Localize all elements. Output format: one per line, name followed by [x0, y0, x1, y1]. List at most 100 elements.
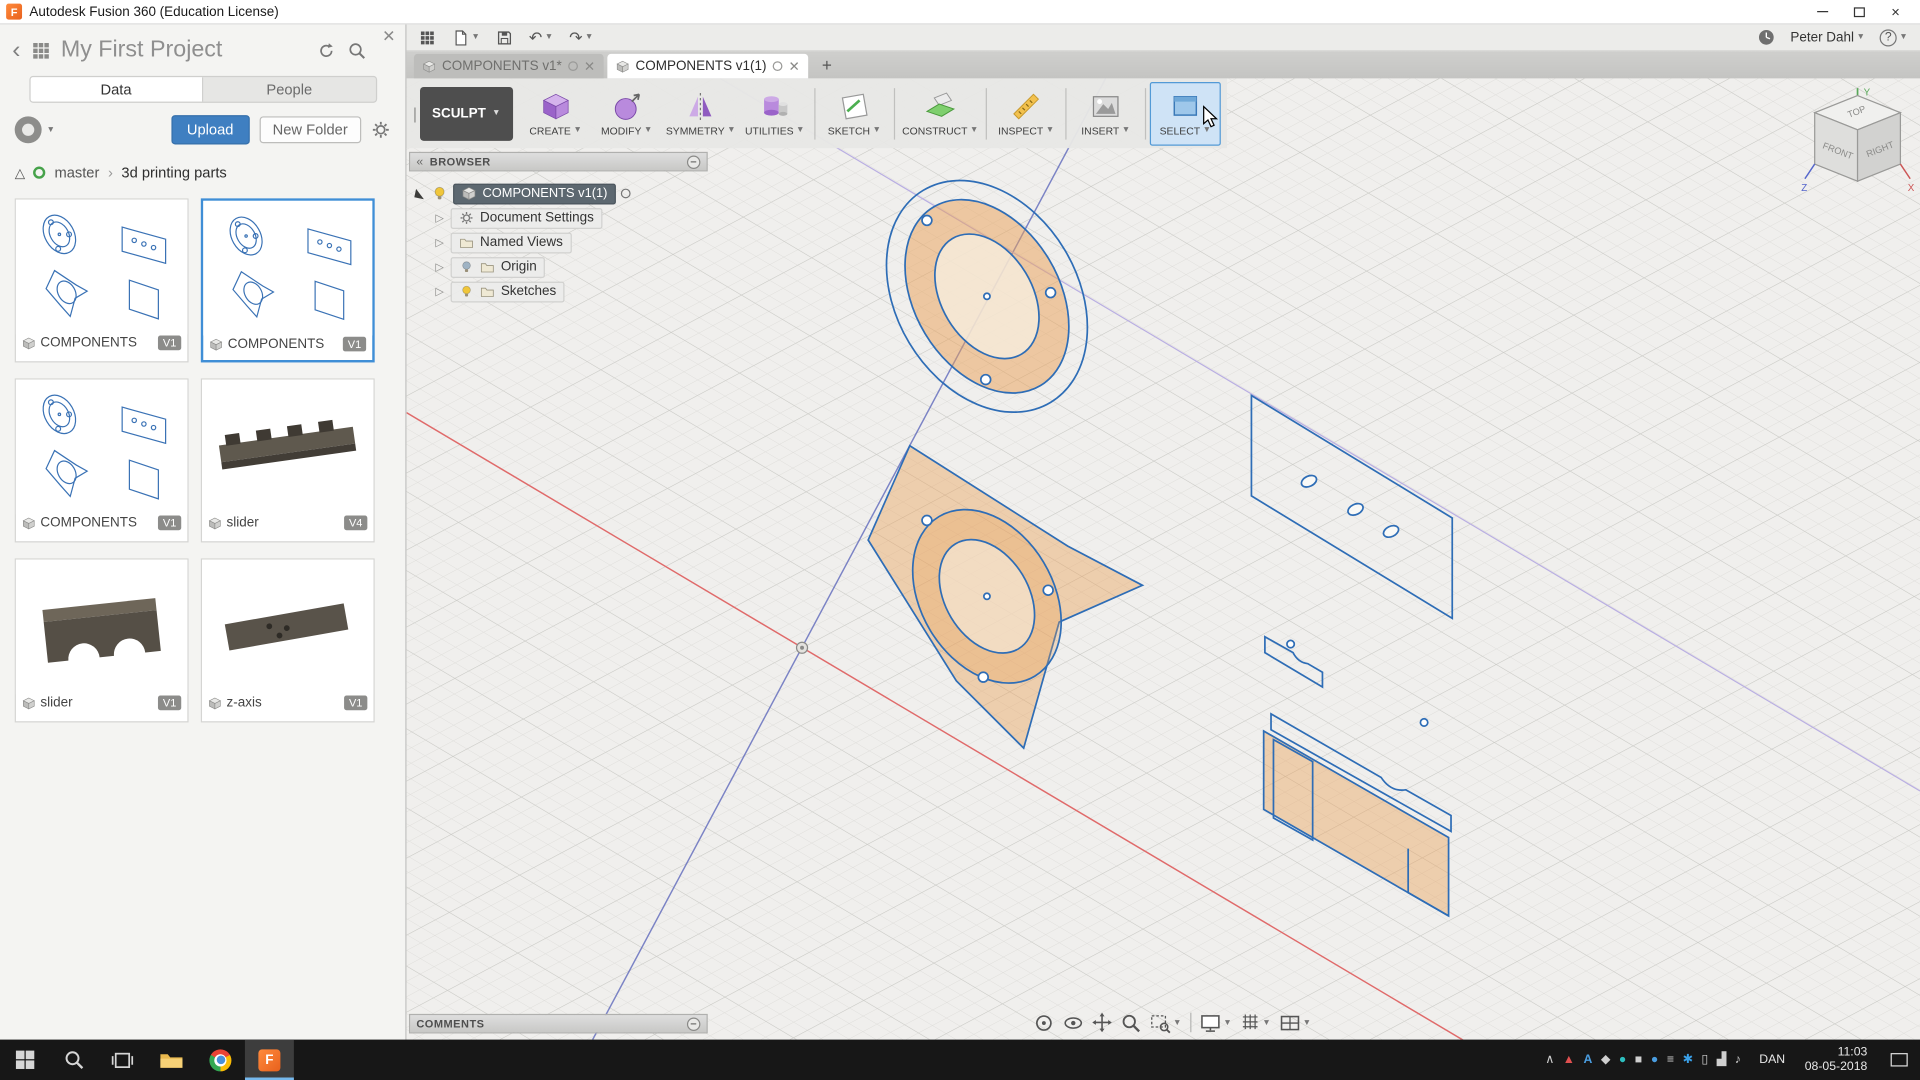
tray-icon[interactable]: ≡: [1667, 1054, 1674, 1066]
toolbar-menu-utilities[interactable]: UTILITIES▼: [739, 81, 810, 145]
expand-icon[interactable]: ▷: [433, 211, 445, 224]
zoom-button[interactable]: [1120, 1012, 1141, 1033]
tray-icon[interactable]: ◆: [1601, 1054, 1610, 1066]
taskbar-clock[interactable]: 11:03 08-05-2018: [1794, 1045, 1879, 1074]
maximize-button[interactable]: [1840, 0, 1877, 23]
browser-root-row[interactable]: COMPONENTS v1(1): [414, 181, 708, 205]
undo-button[interactable]: ↶▼: [529, 28, 553, 48]
tray-icon[interactable]: A: [1583, 1054, 1592, 1066]
tree-node-label: Sketches: [501, 284, 556, 299]
breadcrumb-root[interactable]: master: [54, 164, 99, 181]
new-folder-button[interactable]: New Folder: [259, 116, 361, 143]
mouse-cursor: [1202, 105, 1219, 129]
toolbar-menu-insert[interactable]: INSERT▼: [1070, 81, 1141, 145]
view-cube[interactable]: Y TOP FRONT RIGHT Z X: [1800, 83, 1920, 205]
project-grid-icon[interactable]: [30, 40, 51, 61]
filter-dropdown[interactable]: ▼: [15, 116, 55, 143]
redo-button[interactable]: ↷▼: [569, 28, 593, 48]
list-item[interactable]: z-axis V1: [201, 558, 375, 722]
refresh-icon[interactable]: [317, 41, 335, 59]
new-document-tab-button[interactable]: +: [812, 55, 842, 75]
close-tab-icon[interactable]: ✕: [584, 58, 595, 74]
list-item[interactable]: slider V4: [201, 378, 375, 542]
start-button[interactable]: [0, 1040, 49, 1080]
list-item[interactable]: COMPONENTS V1: [201, 198, 375, 362]
display-settings-button[interactable]: ▼: [1200, 1012, 1232, 1033]
tab-people[interactable]: People: [203, 77, 375, 101]
toolbar-menu-sketch[interactable]: SKETCH▼: [819, 81, 890, 145]
tree-node[interactable]: ▷ Sketches: [414, 279, 708, 303]
list-item[interactable]: slider V1: [15, 558, 189, 722]
task-view-button[interactable]: [98, 1040, 147, 1080]
toolbar-menu-construct[interactable]: CONSTRUCT▼: [898, 81, 982, 145]
close-tab-icon[interactable]: ✕: [789, 58, 800, 74]
close-button[interactable]: ×: [1877, 0, 1914, 23]
bulb-icon[interactable]: [431, 185, 448, 202]
bulb-icon[interactable]: [459, 260, 474, 275]
workspace-selector[interactable]: SCULPT ▼: [420, 86, 513, 140]
minimize-panel-icon[interactable]: −: [687, 155, 700, 168]
volume-icon[interactable]: ♪: [1735, 1054, 1741, 1066]
list-item[interactable]: COMPONENTS V1: [15, 378, 189, 542]
user-menu[interactable]: Peter Dahl ▼: [1790, 30, 1865, 45]
toolbar-menu-inspect[interactable]: INSPECT▼: [991, 81, 1062, 145]
part-thumbnail: [202, 380, 373, 515]
zoom-window-button[interactable]: ▼: [1150, 1012, 1182, 1033]
tray-icon[interactable]: ●: [1651, 1054, 1658, 1066]
origin-marker[interactable]: [797, 642, 808, 653]
tray-icon[interactable]: ✱: [1683, 1054, 1693, 1066]
help-menu[interactable]: ? ▼: [1880, 29, 1908, 46]
search-icon[interactable]: [348, 41, 366, 59]
toolbar-menu-symmetry[interactable]: SYMMETRY▼: [662, 81, 739, 145]
toolbar-menu-modify[interactable]: MODIFY▼: [591, 81, 662, 145]
browser-header[interactable]: « BROWSER −: [409, 152, 708, 172]
tray-icon[interactable]: ▲: [1563, 1054, 1575, 1066]
tray-icon[interactable]: ▯: [1701, 1054, 1708, 1066]
toolbar-menu-create[interactable]: CREATE▼: [520, 81, 591, 145]
upload-button[interactable]: Upload: [171, 115, 249, 144]
minimize-panel-icon[interactable]: −: [687, 1017, 700, 1030]
collapse-icon[interactable]: «: [416, 155, 423, 168]
search-icon: [63, 1049, 84, 1070]
look-at-button[interactable]: [1063, 1012, 1084, 1033]
toolbar-drag-handle[interactable]: ||: [413, 104, 414, 122]
tray-icon[interactable]: ●: [1619, 1054, 1626, 1066]
tree-node[interactable]: ▷ Named Views: [414, 230, 708, 254]
app-switcher-icon[interactable]: [419, 29, 436, 46]
expand-icon[interactable]: ▷: [433, 260, 445, 273]
tree-node[interactable]: ▷ Origin: [414, 255, 708, 279]
document-tab-active[interactable]: COMPONENTS v1(1) ✕: [607, 54, 808, 78]
comments-header[interactable]: COMMENTS −: [409, 1014, 708, 1034]
expand-icon[interactable]: ▷: [433, 285, 445, 298]
file-menu-button[interactable]: ▼: [452, 29, 480, 46]
chrome-button[interactable]: [196, 1040, 245, 1080]
browser-tree: COMPONENTS v1(1) ▷ Document Settings ▷: [409, 171, 708, 303]
network-icon[interactable]: ▟: [1717, 1054, 1726, 1066]
tray-icon[interactable]: ■: [1635, 1054, 1642, 1066]
orbit-button[interactable]: [1033, 1012, 1054, 1033]
grid-snap-button[interactable]: ▼: [1240, 1013, 1271, 1033]
job-status-icon[interactable]: [1757, 28, 1775, 46]
visibility-ring-icon[interactable]: [621, 189, 631, 199]
back-icon[interactable]: ‹: [12, 40, 20, 60]
language-indicator[interactable]: DAN: [1751, 1053, 1794, 1066]
viewports-button[interactable]: ▼: [1279, 1012, 1311, 1033]
list-item[interactable]: COMPONENTS V1: [15, 198, 189, 362]
fusion-360-button[interactable]: F: [245, 1040, 294, 1080]
expand-icon[interactable]: ▷: [433, 236, 445, 249]
document-tab[interactable]: COMPONENTS v1* ✕: [414, 54, 604, 78]
viewport[interactable]: || SCULPT ▼ CREATE▼ MODIFY▼ SYMMETRY▼: [407, 78, 1920, 1039]
item-name: slider: [40, 696, 72, 711]
taskbar-search-button[interactable]: [49, 1040, 98, 1080]
minimize-button[interactable]: [1804, 0, 1841, 23]
bulb-icon[interactable]: [459, 284, 474, 299]
file-explorer-button[interactable]: [147, 1040, 196, 1080]
gear-icon[interactable]: [371, 120, 391, 140]
data-panel-close-icon[interactable]: ✕: [382, 27, 395, 47]
save-button[interactable]: [496, 29, 513, 46]
tab-data[interactable]: Data: [30, 77, 203, 101]
pan-button[interactable]: [1092, 1013, 1112, 1033]
tray-expand-icon[interactable]: ∧: [1545, 1054, 1554, 1066]
tree-node[interactable]: ▷ Document Settings: [414, 206, 708, 230]
action-center-button[interactable]: [1878, 1053, 1920, 1066]
